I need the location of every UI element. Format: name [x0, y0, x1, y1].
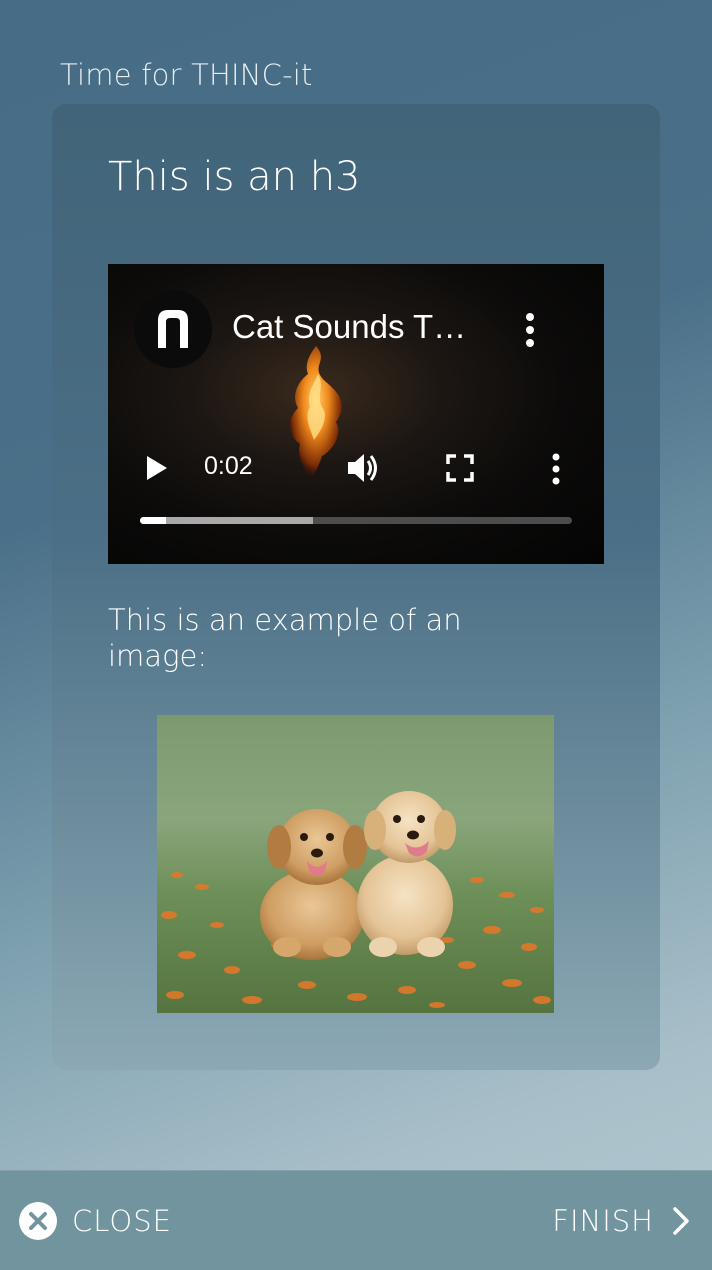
puppies-image — [157, 715, 554, 1013]
close-label: CLOSE — [72, 1204, 172, 1238]
video-player[interactable]: Cat Sounds T… 0:02 — [108, 264, 604, 564]
more-vertical-icon[interactable] — [544, 452, 568, 486]
body-text: This is an example of an image: — [108, 603, 462, 673]
progress-track[interactable] — [140, 517, 572, 524]
card-heading: This is an h3 — [108, 154, 361, 200]
bottom-bar: CLOSE FINISH — [0, 1170, 712, 1270]
video-title[interactable]: Cat Sounds T… — [232, 308, 466, 346]
finish-label: FINISH — [552, 1204, 654, 1238]
chevron-right-icon — [673, 1207, 689, 1235]
volume-icon[interactable] — [346, 451, 382, 485]
content-card: This is an h3 Cat Sounds T… 0:02 This is… — [52, 104, 660, 1070]
video-time: 0:02 — [204, 452, 253, 480]
close-circle-icon — [19, 1202, 57, 1240]
app-title: Time for THINC-it — [60, 58, 313, 92]
finish-button[interactable]: FINISH — [552, 1201, 692, 1241]
progress-buffer — [140, 517, 313, 524]
progress-played — [140, 517, 166, 524]
close-button[interactable]: CLOSE — [18, 1201, 172, 1241]
play-icon[interactable] — [144, 454, 170, 482]
more-vertical-icon[interactable] — [518, 312, 542, 348]
channel-logo-icon[interactable] — [134, 290, 212, 368]
fullscreen-icon[interactable] — [446, 454, 474, 482]
